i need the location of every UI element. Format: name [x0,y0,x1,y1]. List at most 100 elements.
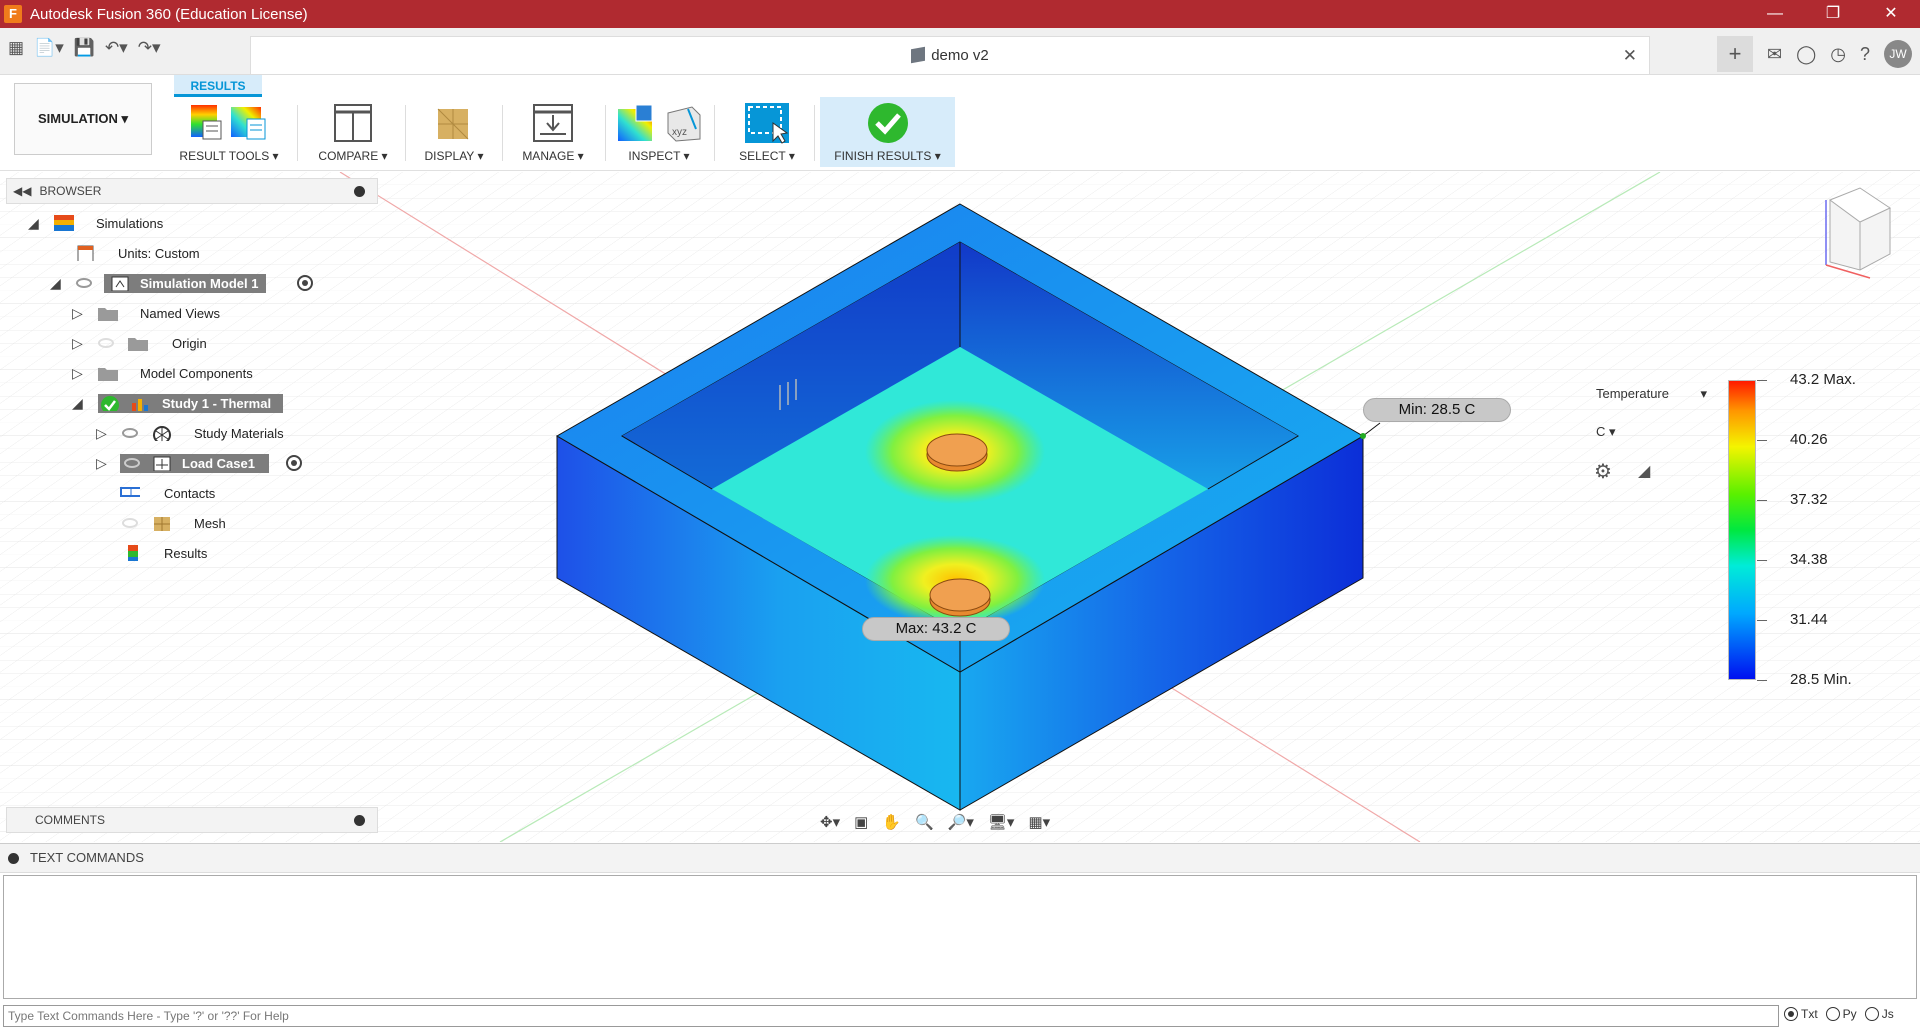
activate-radio-icon[interactable] [297,275,313,291]
close-tab-icon[interactable]: ✕ [1623,46,1637,66]
unit-value: C [1596,424,1606,439]
tree-item-simulation-model[interactable]: ◢ Simulation Model 1 [6,268,378,298]
tree-item-mesh[interactable]: Mesh [6,508,378,538]
unit-dropdown[interactable]: C ▾ [1590,421,1630,443]
tree-item-results[interactable]: Results [6,538,378,568]
workspace-label: SIMULATION [37,111,118,126]
fit-zoom-icon[interactable]: 🔎▾ [948,813,974,831]
tree-item-study-thermal[interactable]: ◢ Study 1 - Thermal [6,388,378,418]
inspect-group[interactable]: xyz INSPECT ▾ [612,101,706,167]
avatar[interactable]: JW [1884,40,1912,68]
minimize-icon[interactable]: — [1746,0,1804,28]
collapse-icon[interactable] [8,853,19,864]
tree-item-model-components[interactable]: ▷ Model Components [6,358,378,388]
manage-group[interactable]: MANAGE ▾ [508,101,598,167]
visibility-eye-icon[interactable] [124,458,140,468]
legend-label: 37.32 [1790,491,1828,508]
legend-tick [1757,440,1767,441]
help-icon[interactable]: ? [1860,44,1870,65]
text-commands-header[interactable]: TEXT COMMANDS [0,843,1920,873]
result-tools-group[interactable]: RESULT TOOLS ▾ [170,101,288,167]
expand-triangle-icon[interactable]: ▷ [72,366,86,380]
result-type-dropdown[interactable]: Temperature ▾ [1590,383,1715,405]
comments-panel[interactable]: COMMENTS [6,807,378,833]
tree-label: Model Components [140,365,253,381]
contacts-icon [120,487,140,497]
mode-js-radio[interactable]: Js [1864,1007,1894,1021]
finish-results-button[interactable]: FINISH RESULTS ▾ [820,97,955,167]
document-title: demo v2 [931,47,989,64]
new-tab-icon[interactable]: + [1717,36,1754,72]
document-tab[interactable]: demo v2 ✕ [250,36,1650,74]
tree-item-study-materials[interactable]: ▷ Study Materials [6,418,378,448]
chevron-down-icon: ▾ [1700,386,1707,401]
tree-item-origin[interactable]: ▷ Origin [6,328,378,358]
legend-expand-icon[interactable]: ◢ [1638,461,1650,481]
tree-label: Units: Custom [118,245,200,261]
expand-triangle-icon[interactable]: ▷ [96,426,110,440]
collapse-triangle-icon[interactable]: ◢ [72,396,86,410]
mesh-icon [154,517,170,531]
tree-item-load-case[interactable]: ▷ Load Case1 [6,448,378,478]
collapse-triangle-icon[interactable]: ◢ [50,276,64,290]
expand-triangle-icon[interactable]: ▷ [72,306,86,320]
notification-icon[interactable]: ✉ [1767,44,1782,65]
results-legend-icon [128,545,138,561]
tab-results[interactable]: RESULTS [174,75,262,97]
radio-icon [1864,1007,1879,1021]
quick-access-bar: ▦ 📄▾ 💾 ↶▾ ↷▾ demo v2 ✕ + ✉ ◯ ◷ ? JW [0,28,1920,75]
command-mode-selector: Txt Py Js [1784,1007,1894,1021]
close-window-icon[interactable]: ✕ [1862,0,1920,28]
pin-icon[interactable] [354,186,365,197]
mode-label: Js [1881,1007,1894,1021]
display-settings-icon[interactable]: 🖥▾ [988,813,1015,831]
select-group[interactable]: SELECT ▾ [720,101,814,167]
result-type-value: Temperature [1596,386,1669,401]
redo-icon[interactable]: ↷▾ [138,38,161,58]
legend-label: 40.26 [1790,431,1828,448]
text-commands-title: TEXT COMMANDS [30,850,144,865]
history-clock-icon[interactable]: ◷ [1830,44,1846,65]
visibility-eye-icon[interactable] [122,428,138,438]
add-comment-icon[interactable] [354,815,365,826]
tree-item-units[interactable]: Units: Custom [6,238,378,268]
file-menu-icon[interactable]: 📄▾ [34,38,64,58]
hidden-eye-icon[interactable] [98,338,114,348]
browser-header[interactable]: ◀◀ BROWSER [6,178,378,204]
pan-hand-icon[interactable]: ✋ [882,813,901,831]
orbit-icon[interactable]: ✥▾ [820,813,840,831]
check-icon [867,103,908,143]
restore-icon[interactable]: ❐ [1804,0,1862,28]
visibility-eye-icon[interactable] [76,278,92,288]
tree-label: Origin [172,335,207,351]
tree-item-contacts[interactable]: Contacts [6,478,378,508]
save-icon[interactable]: 💾 [74,38,95,58]
tree-item-named-views[interactable]: ▷ Named Views [6,298,378,328]
look-at-icon[interactable]: ▣ [854,813,868,831]
display-group[interactable]: DISPLAY ▾ [412,101,496,167]
expand-triangle-icon[interactable]: ▷ [96,456,110,470]
undo-icon[interactable]: ↶▾ [105,38,128,58]
workspace-switcher[interactable]: SIMULATION ▾ [14,83,152,155]
tree-item-simulations[interactable]: ◢ Simulations [6,208,378,238]
collapse-panel-icon[interactable]: ◀◀ [13,184,31,198]
collapse-triangle-icon[interactable]: ◢ [28,216,42,230]
expand-triangle-icon[interactable]: ▷ [72,336,86,350]
text-commands-output[interactable] [3,875,1917,999]
manage-icon [533,104,573,142]
zoom-icon[interactable]: 🔍 [915,813,934,831]
text-command-input[interactable]: Type Text Commands Here - Type '?' or '?… [3,1005,1779,1027]
mode-txt-radio[interactable]: Txt [1784,1007,1818,1021]
result-settings-icon [231,107,266,140]
data-panel-grid-icon[interactable]: ▦ [8,38,24,58]
grid-settings-icon[interactable]: ▦▾ [1028,813,1050,831]
activate-radio-icon[interactable] [286,455,302,471]
hidden-eye-icon[interactable] [122,518,138,528]
compare-group[interactable]: COMPARE ▾ [308,101,398,167]
gear-icon[interactable]: ⚙ [1594,459,1612,484]
browser-tree: ◢ Simulations Units: Custom ◢ Simulation… [6,204,378,564]
mode-py-radio[interactable]: Py [1825,1007,1857,1021]
mode-label: Txt [1801,1007,1818,1021]
job-status-icon[interactable]: ◯ [1796,44,1816,65]
ribbon-toolbar: SIMULATION ▾ RESULTS RESULT TOOLS ▾ COMP… [0,75,1920,171]
